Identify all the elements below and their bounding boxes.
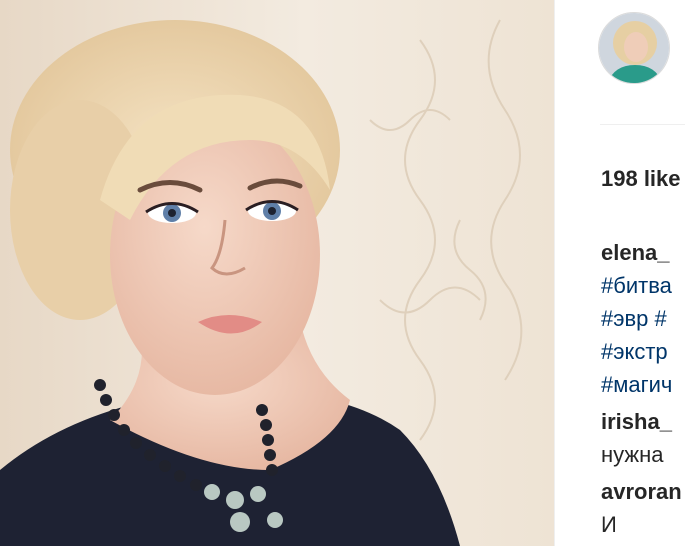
hashtag-link[interactable]: #магич: [601, 368, 685, 401]
comment-text: нужна: [601, 442, 664, 467]
hashtag-link[interactable]: #битва: [601, 269, 685, 302]
hashtag-link[interactable]: #эвр #: [601, 302, 685, 335]
comment-username[interactable]: elena_: [601, 236, 685, 269]
comment-text: И: [601, 512, 617, 537]
likes-count[interactable]: 198 like: [601, 166, 681, 192]
header-divider: [600, 124, 685, 125]
post-sidebar: 198 like elena_ #битва #эвр # #экстр #ма…: [555, 0, 685, 546]
post-photo[interactable]: [0, 0, 554, 546]
comments-list: elena_ #битва #эвр # #экстр #магич irish…: [601, 236, 685, 541]
portrait-image: [0, 0, 554, 546]
comment-username[interactable]: irisha_: [601, 405, 685, 438]
avatar-image: [599, 13, 669, 83]
instagram-post: 198 like elena_ #битва #эвр # #экстр #ма…: [0, 0, 685, 546]
avatar[interactable]: [598, 12, 670, 84]
comment-username[interactable]: avroran: [601, 475, 685, 508]
hashtag-link[interactable]: #экстр: [601, 335, 685, 368]
